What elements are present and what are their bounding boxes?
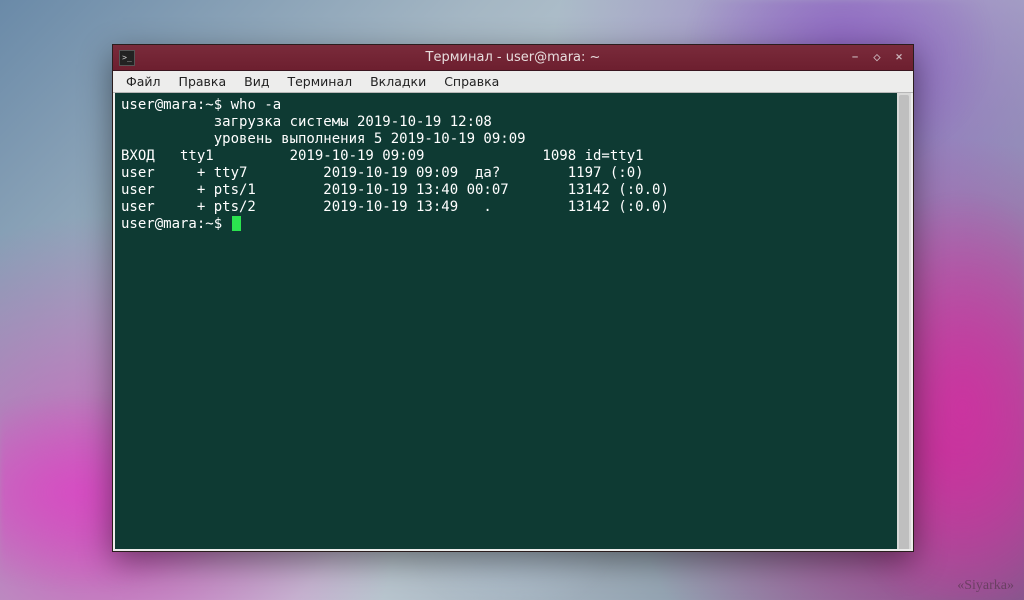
- terminal-scrollbar[interactable]: [897, 93, 911, 549]
- output-line: загрузка системы 2019-10-19 12:08: [121, 114, 492, 130]
- prompt-path: ~: [205, 97, 213, 113]
- menu-view[interactable]: Вид: [235, 72, 278, 91]
- window-title: Терминал - user@mara: ~: [113, 50, 913, 65]
- menu-file[interactable]: Файл: [117, 72, 170, 91]
- menu-help[interactable]: Справка: [435, 72, 508, 91]
- close-button[interactable]: [893, 52, 905, 64]
- output-line: ВХОД tty1 2019-10-19 09:09 1098 id=tty1: [121, 148, 644, 164]
- output-line: user + pts/1 2019-10-19 13:40 00:07 1314…: [121, 182, 669, 198]
- wallpaper-watermark: «Siyarka»: [957, 578, 1014, 594]
- prompt-sep-dollar-2: $: [214, 216, 222, 232]
- terminal-app-icon: [119, 50, 135, 66]
- window-controls: [849, 52, 913, 64]
- menu-tabs[interactable]: Вкладки: [361, 72, 435, 91]
- cursor-block: [232, 216, 241, 231]
- prompt-path-2: ~: [205, 216, 213, 232]
- prompt-sep-dollar: $: [214, 97, 222, 113]
- terminal-area[interactable]: user@mara:~$ who -a загрузка системы 201…: [115, 93, 911, 549]
- terminal-frame: user@mara:~$ who -a загрузка системы 201…: [113, 93, 913, 551]
- output-line: user + pts/2 2019-10-19 13:49 . 13142 (:…: [121, 199, 669, 215]
- prompt-userhost: user@mara: [121, 97, 197, 113]
- titlebar[interactable]: Терминал - user@mara: ~: [113, 45, 913, 71]
- output-line: user + tty7 2019-10-19 09:09 да? 1197 (:…: [121, 165, 644, 181]
- scrollbar-thumb[interactable]: [899, 95, 909, 549]
- maximize-button[interactable]: [871, 52, 883, 64]
- minimize-button[interactable]: [849, 52, 861, 64]
- prompt-userhost-2: user@mara: [121, 216, 197, 232]
- menubar: Файл Правка Вид Терминал Вкладки Справка: [113, 71, 913, 93]
- terminal-window: Терминал - user@mara: ~ Файл Правка Вид …: [112, 44, 914, 552]
- output-line: уровень выполнения 5 2019-10-19 09:09: [121, 131, 526, 147]
- command-entered: who -a: [231, 97, 282, 113]
- menu-terminal[interactable]: Терминал: [278, 72, 361, 91]
- menu-edit[interactable]: Правка: [170, 72, 236, 91]
